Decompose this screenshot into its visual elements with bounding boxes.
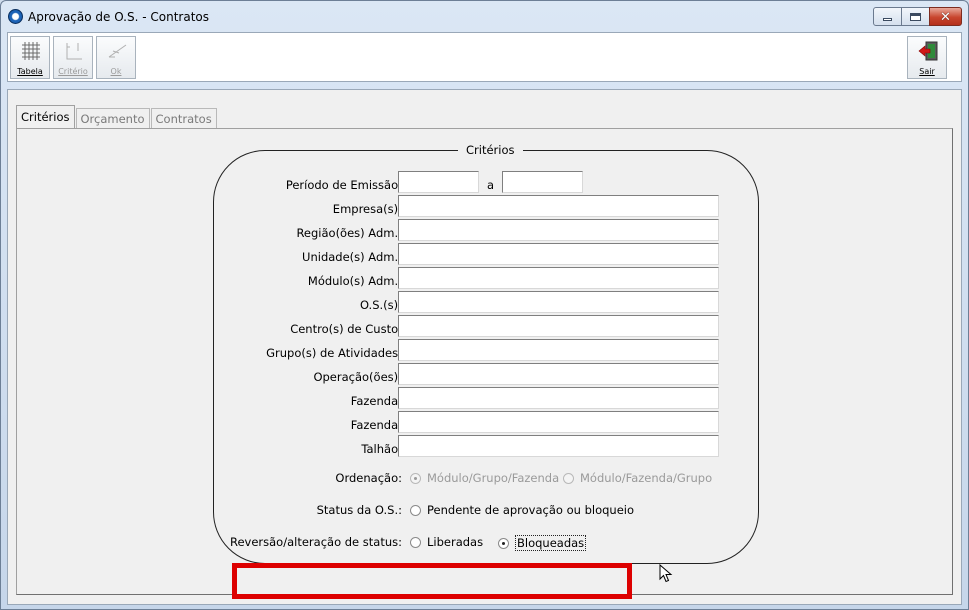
fazenda-label-1: Fazenda: [350, 394, 402, 408]
ok-button[interactable]: Ok [96, 36, 136, 79]
periodo-label: Período de Emissão: [285, 178, 402, 192]
radio-icon [563, 472, 574, 484]
mouse-cursor-icon [659, 564, 673, 583]
tab-orcamento[interactable]: Orçamento [75, 108, 150, 128]
minimize-icon [883, 18, 892, 21]
fazenda-input-1[interactable] [398, 387, 719, 409]
toolbar: Tabela Critério Ok Sair [7, 32, 962, 82]
modulo-label: Módulo(s) Adm.: [307, 274, 402, 288]
ok-check-icon [108, 44, 127, 58]
app-window: Aprovação de O.S. - Contratos ✕ Tabela C… [0, 0, 969, 610]
periodo-start-input[interactable] [398, 171, 479, 193]
tab-criterios[interactable]: Critérios [16, 105, 75, 128]
regiao-label: Região(ões) Adm.: [296, 226, 402, 240]
periodo-end-input[interactable] [502, 171, 583, 193]
empresa-input[interactable] [398, 195, 719, 217]
fazenda-label-2: Fazenda: [350, 418, 402, 432]
reversao-option-bloqueadas[interactable]: Bloqueadas [498, 535, 587, 551]
modulo-input[interactable] [398, 267, 719, 289]
sair-label: Sair [919, 67, 935, 76]
grupo-atividades-label: Grupo(s) de Atividades: [266, 346, 402, 360]
exit-door-icon [918, 41, 938, 61]
tabela-label: Tabela [17, 67, 43, 76]
empresa-label: Empresa(s): [332, 202, 402, 216]
status-os-label: Status da O.S.: [316, 503, 402, 517]
tab-strip: Critérios Orçamento Contratos [16, 105, 218, 128]
group-title: Critérios [458, 143, 523, 157]
app-logo-icon [8, 9, 23, 24]
client-area: Critérios Orçamento Contratos Critérios … [7, 89, 962, 605]
close-button[interactable]: ✕ [929, 7, 962, 26]
reversao-option-liberadas[interactable]: Liberadas [410, 535, 483, 549]
maximize-icon [910, 12, 921, 21]
tabela-button[interactable]: Tabela [10, 36, 50, 79]
os-label: O.S.(s): [359, 298, 402, 312]
radio-icon [410, 472, 421, 484]
os-input[interactable] [398, 291, 719, 313]
operacao-label: Operação(ões): [313, 370, 402, 384]
ordenacao-option-label: Módulo/Fazenda/Grupo [580, 471, 713, 485]
highlight-annotation [232, 563, 632, 599]
reversao-label: Reversão/alteração de status: [229, 535, 402, 549]
grid-table-icon [22, 42, 40, 60]
ordenacao-option-modulo-fazenda-grupo[interactable]: Módulo/Fazenda/Grupo [563, 471, 712, 485]
reversao-option-label: Bloqueadas [515, 535, 587, 551]
centro-custo-label: Centro(s) de Custo: [290, 322, 402, 336]
reversao-option-label: Liberadas [427, 535, 484, 549]
radio-icon [410, 504, 421, 516]
minimize-button[interactable] [873, 7, 902, 26]
ok-label: Ok [110, 67, 122, 76]
grupo-atividades-input[interactable] [398, 339, 719, 361]
operacao-input[interactable] [398, 363, 719, 385]
status-option-label: Pendente de aprovação ou bloqueio [427, 503, 634, 517]
criterio-label: Critério [58, 67, 88, 76]
sair-button[interactable]: Sair [907, 36, 947, 79]
unidade-input[interactable] [398, 243, 719, 265]
window-title: Aprovação de O.S. - Contratos [28, 10, 209, 24]
radio-icon [410, 536, 421, 548]
maximize-button[interactable] [901, 7, 930, 26]
criterios-group: Critérios Período de Emissão: a Empresa(… [213, 143, 759, 564]
radio-icon [498, 537, 509, 549]
criterio-button[interactable]: Critério [53, 36, 93, 79]
criterios-panel: Critérios Período de Emissão: a Empresa(… [16, 128, 953, 599]
ordenacao-label: Ordenação: [335, 471, 402, 485]
unidade-label: Unidade(s) Adm.: [302, 250, 402, 264]
ordenacao-option-modulo-grupo-fazenda[interactable]: Módulo/Grupo/Fazenda [410, 471, 559, 485]
status-option-pendente[interactable]: Pendente de aprovação ou bloqueio [410, 503, 634, 517]
ordenacao-option-label: Módulo/Grupo/Fazenda [427, 471, 560, 485]
tab-contratos[interactable]: Contratos [150, 108, 217, 128]
title-bar[interactable]: Aprovação de O.S. - Contratos ✕ [1, 1, 968, 31]
talhao-input[interactable] [398, 435, 719, 457]
periodo-separator: a [487, 178, 495, 192]
talhao-label: Talhão: [361, 442, 402, 456]
centro-custo-input[interactable] [398, 315, 719, 337]
regiao-input[interactable] [398, 219, 719, 241]
fazenda-input-2[interactable] [398, 411, 719, 433]
criteria-icon [66, 43, 82, 60]
close-icon: ✕ [940, 9, 951, 24]
